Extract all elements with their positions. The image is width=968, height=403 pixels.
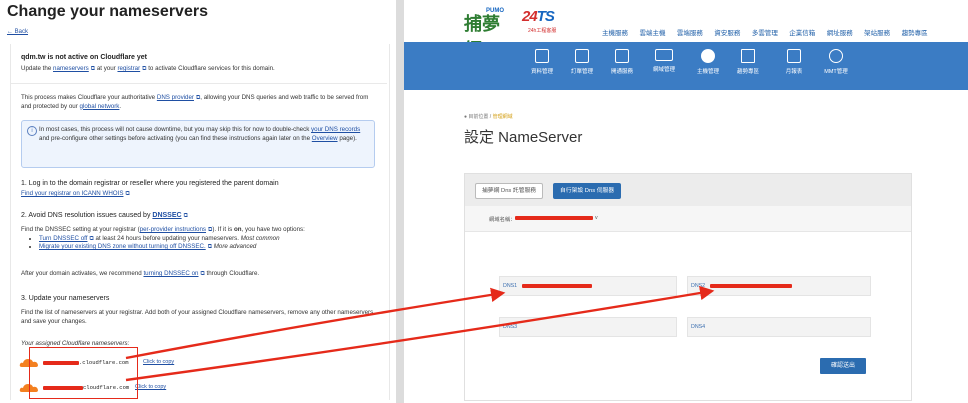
info-icon: i — [27, 126, 37, 136]
step1-content: Find your registrar on ICANN WHOIS ⧉ — [21, 190, 130, 199]
step3-title: 3. Update your nameservers — [21, 295, 110, 302]
member-navbar: 資料管理 訂單管理 開通服務 網域管理 主機管理 趨勢專區 月報表 MMT管理 — [404, 42, 968, 90]
icann-whois-link[interactable]: Find your registrar on ICANN WHOIS — [21, 190, 123, 197]
location-pin-icon: ● — [464, 114, 468, 120]
status-text: at your — [96, 65, 116, 72]
nav-monthly-report[interactable]: 月報表 — [774, 49, 814, 75]
domain-icon — [655, 49, 673, 61]
breadcrumb: ● 目前位置 / 管理網域 — [464, 114, 513, 120]
registrar-panel: 捕夢網 PUMO 24TS 24h工程客服 主機服務 雲端主機 雲端服務 資安服… — [404, 0, 968, 403]
page-title: 設定 NameServer — [464, 129, 583, 146]
tab-custom-dns-server[interactable]: 自行架設 Dns 伺服器 — [553, 183, 622, 199]
divider — [11, 83, 387, 84]
bar-chart-icon — [787, 49, 801, 63]
dns4-field[interactable]: DNS4 — [687, 317, 871, 337]
external-link-icon: ⧉ — [207, 244, 212, 251]
briefcase-icon — [741, 49, 755, 63]
dns-provider-link[interactable]: DNS provider — [157, 94, 194, 101]
back-link[interactable]: ← Back — [7, 29, 28, 35]
nav-host-management[interactable]: 主機管理 — [688, 49, 728, 75]
page-title: Change your nameservers — [7, 3, 208, 20]
migrate-dns-zone-link[interactable]: Migrate your existing DNS zone without t… — [39, 243, 206, 250]
nav-order-management[interactable]: 訂單管理 — [562, 49, 602, 75]
topnav-item[interactable]: 資安服務 — [714, 27, 740, 37]
nameserver-highlight-box — [29, 347, 138, 399]
topnav-item[interactable]: 雲端服務 — [677, 27, 703, 37]
external-link-icon: ⧉ — [90, 66, 96, 72]
status-text: to activate Cloudflare services for this… — [148, 65, 275, 72]
checkbox-icon — [615, 49, 629, 63]
dns1-field[interactable]: DNS1 — [499, 276, 677, 296]
dnssec-link[interactable]: DNSSEC — [152, 212, 181, 219]
copy-nameserver-2-button[interactable]: Click to copy — [135, 384, 166, 390]
external-link-icon: ⧉ — [89, 235, 94, 242]
list-item: Turn DNSSEC off⧉ at least 24 hours befor… — [39, 235, 381, 244]
step1-title: 1. Log in to the domain registrar or res… — [21, 180, 279, 187]
nameserver-card: qdm.tw is not active on Cloudflare yet U… — [10, 44, 390, 400]
info-callout: i In most cases, this process will not c… — [21, 120, 375, 168]
external-link-icon: ⧉ — [183, 213, 188, 219]
list-item: Migrate your existing DNS zone without t… — [39, 243, 381, 252]
turning-dnssec-on-link[interactable]: turning DNSSEC on — [143, 270, 198, 277]
copy-nameserver-1-button[interactable]: Click to copy — [143, 359, 174, 365]
topnav-item[interactable]: 雲端主機 — [639, 27, 665, 37]
topnav-item[interactable]: 企業信箱 — [789, 27, 815, 37]
turn-dnssec-off-link[interactable]: Turn DNSSEC off — [39, 235, 87, 242]
step3-text: Find the list of nameservers at your reg… — [21, 309, 375, 325]
top-navigation: 主機服務 雲端主機 雲端服務 資安服務 多雲管理 企業信箱 網址服務 架站服務 … — [602, 22, 935, 40]
confirm-submit-button[interactable]: 確認送出 — [820, 358, 866, 374]
info-text: In most cases, this process will not cau… — [39, 126, 361, 142]
topnav-item[interactable]: 趨勢專區 — [902, 27, 928, 37]
redacted-mark — [515, 216, 593, 220]
tab-pumo-dns-hosting[interactable]: 捕夢網 Dns 託管服務 — [475, 183, 544, 199]
topnav-item[interactable]: 網址服務 — [827, 27, 853, 37]
profile-card-icon — [535, 49, 549, 63]
topnav-item[interactable]: 架站服務 — [864, 27, 890, 37]
dns-mode-tabs: 捕夢網 Dns 託管服務 自行架設 Dns 伺服器 — [465, 174, 911, 207]
topnav-item[interactable]: 多雲管理 — [752, 27, 778, 37]
external-link-icon: ⧉ — [200, 271, 205, 277]
domain-label: 網域名稱： — [489, 217, 516, 223]
intro-text: This process makes Cloudflare your autho… — [21, 94, 369, 110]
step2-title: 2. Avoid DNS resolution issues caused by… — [21, 212, 188, 219]
nav-trend-zone[interactable]: 趨勢專區 — [728, 49, 768, 75]
external-link-icon: ⧉ — [142, 66, 147, 72]
step2-after: After your domain activates, we recommen… — [21, 270, 260, 277]
status-subtitle: Update the nameservers ⧉ at your registra… — [21, 65, 275, 74]
dollar-icon — [701, 49, 715, 63]
redacted-mark — [522, 284, 592, 288]
pumo-logo[interactable]: 捕夢網 PUMO — [464, 8, 506, 60]
user-icon — [829, 49, 843, 63]
dns2-field[interactable]: DNS2 — [687, 276, 871, 296]
status-text: Update the — [21, 65, 52, 72]
per-provider-link[interactable]: per-provider instructions — [140, 226, 206, 233]
dnssec-options: Turn DNSSEC off⧉ at least 24 hours befor… — [21, 235, 381, 252]
registrar-link[interactable]: registrar — [117, 65, 140, 72]
domain-row: 網域名稱： v — [465, 206, 911, 232]
redacted-mark — [710, 284, 792, 288]
nameservers-link[interactable]: nameservers — [53, 65, 89, 72]
step2-content: Find the DNSSEC setting at your registra… — [21, 226, 381, 252]
global-network-link[interactable]: global network — [80, 103, 120, 110]
nav-data-management[interactable]: 資料管理 — [522, 49, 562, 75]
external-link-icon: ⧉ — [125, 191, 130, 197]
list-icon — [575, 49, 589, 63]
nav-activation-service[interactable]: 開通服務 — [602, 49, 642, 75]
panel-divider — [396, 0, 404, 403]
nav-domain-management[interactable]: 網域管理 — [644, 49, 684, 73]
logo-247: 24TS 24h工程客服 — [522, 8, 557, 34]
dns3-field[interactable]: DNS3 — [499, 317, 677, 337]
overview-link[interactable]: Overview — [312, 135, 338, 142]
status-title: qdm.tw is not active on Cloudflare yet — [21, 54, 148, 61]
topnav-item[interactable]: 主機服務 — [602, 27, 628, 37]
dns-records-link[interactable]: your DNS records — [311, 126, 360, 133]
nav-mmt-management[interactable]: MMT管理 — [816, 49, 856, 75]
logo-small-text: PUMO — [486, 8, 504, 14]
cloudflare-panel: Change your nameservers ← Back qdm.tw is… — [0, 0, 396, 403]
